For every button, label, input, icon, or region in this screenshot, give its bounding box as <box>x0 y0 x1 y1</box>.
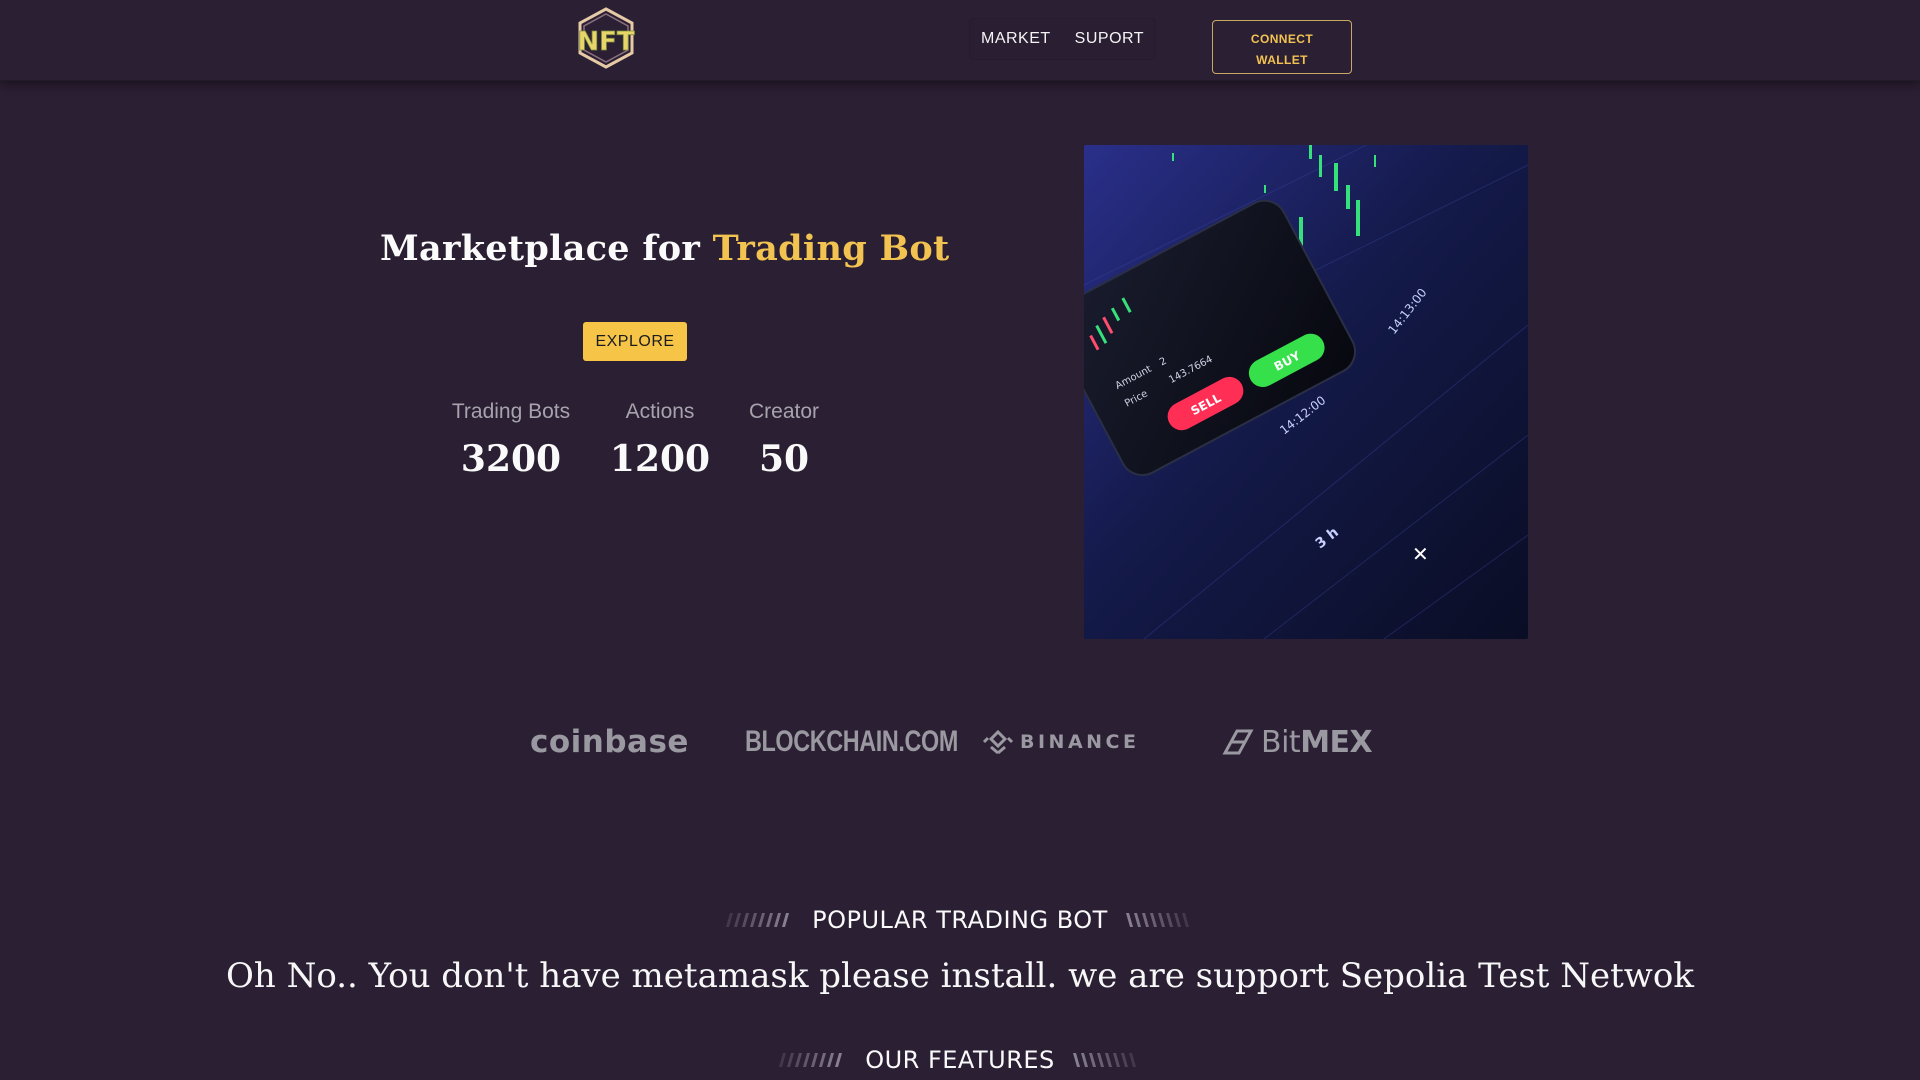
trading-phone-illustration: Amount 2 Price 143.7664 SELL BUY 14:13:0… <box>1084 145 1528 639</box>
nav-support[interactable]: SUPORT <box>1063 18 1156 60</box>
hero-title: Marketplace for Trading Bot <box>380 228 949 269</box>
stripes-right-icon <box>1072 1053 1136 1067</box>
bitmex-slash-icon <box>1222 729 1254 755</box>
partner-coinbase-name: coinbase <box>530 724 689 760</box>
nft-logo[interactable]: NFT <box>573 6 639 70</box>
connect-wallet-label-2: WALLET <box>1256 52 1308 67</box>
partner-blockchain-logo: BLOCKCHAIN.COM <box>745 716 958 768</box>
main-nav: MARKET SUPORT <box>969 18 1157 60</box>
hero-title-accent: Trading Bot <box>712 228 950 269</box>
nft-hexagon-icon: NFT <box>577 7 635 69</box>
explore-button[interactable]: EXPLORE <box>583 322 687 361</box>
stripes-left-icon <box>779 1053 843 1067</box>
partner-binance-name: BINANCE <box>1020 731 1140 753</box>
stripes-right-icon <box>1125 913 1189 927</box>
stat-label: Actions <box>625 400 695 423</box>
stat-value: 1200 <box>609 438 711 480</box>
stat-trading-bots: Trading Bots 3200 <box>438 400 584 480</box>
stat-label: Creator <box>748 400 820 423</box>
popular-section-title: POPULAR TRADING BOT <box>812 906 1108 934</box>
stripes-left-icon <box>726 913 790 927</box>
stat-value: 50 <box>758 438 810 480</box>
features-section-title: OUR FEATURES <box>865 1046 1055 1074</box>
partner-blockchain-name: BLOCKCHAIN.COM <box>745 725 958 758</box>
partner-bitmex-name-bold: MEX <box>1300 724 1373 760</box>
metamask-notice: Oh No.. You don't have metamask please i… <box>226 956 1694 996</box>
connect-wallet-button[interactable]: CONNECT WALLET <box>1212 20 1352 74</box>
top-header: NFT MARKET SUPORT CONNECT WALLET <box>0 0 1920 81</box>
binance-diamond-icon <box>982 729 1014 755</box>
stat-label: Trading Bots <box>451 400 571 423</box>
hero-title-prefix: Marketplace for <box>380 228 701 269</box>
close-cross-icon: ✕ <box>1412 542 1429 566</box>
connect-wallet-label-1: CONNECT <box>1250 31 1314 46</box>
partner-bitmex-logo: Bit MEX <box>1217 716 1373 768</box>
partner-bitmex-name-regular: Bit <box>1261 724 1301 760</box>
svg-text:NFT: NFT <box>577 27 635 57</box>
popular-section-heading: POPULAR TRADING BOT <box>0 903 1920 937</box>
partner-binance-logo: BINANCE <box>982 716 1139 768</box>
partner-coinbase-logo: coinbase <box>530 716 689 768</box>
nav-market[interactable]: MARKET <box>969 18 1063 60</box>
stat-creator: Creator 50 <box>735 400 833 480</box>
stat-value: 3200 <box>460 438 562 480</box>
features-section-heading: OUR FEATURES <box>0 1043 1920 1077</box>
hero-trading-image: Amount 2 Price 143.7664 SELL BUY 14:13:0… <box>1084 145 1528 639</box>
stat-actions: Actions 1200 <box>605 400 715 480</box>
